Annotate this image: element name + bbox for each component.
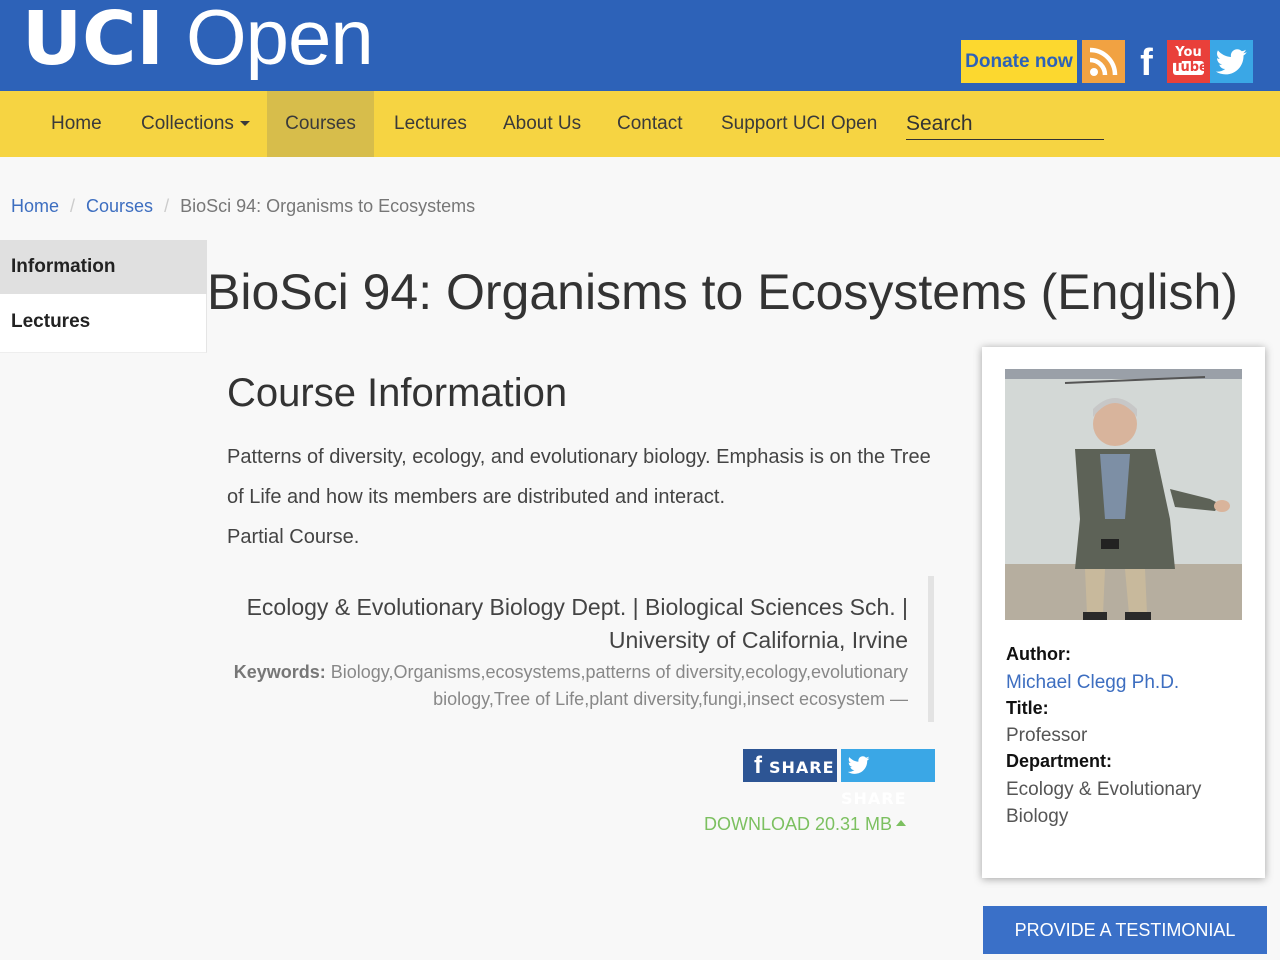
institution-line-2: University of California, Irvine	[608, 627, 908, 653]
facebook-icon: f	[754, 752, 763, 779]
facebook-icon[interactable]: f	[1125, 40, 1168, 84]
chevron-down-icon	[239, 121, 250, 127]
nav-support[interactable]: Support UCI Open	[721, 91, 877, 157]
sidenav-information[interactable]: Information	[0, 240, 207, 294]
download-link[interactable]: DOWNLOAD 20.31 MB	[704, 814, 907, 835]
course-meta-block: Ecology & Evolutionary Biology Dept. | B…	[220, 576, 934, 722]
logo-uci-text: UCI	[22, 0, 164, 82]
youtube-text-bottom: Tube	[1173, 60, 1208, 75]
facebook-share-button[interactable]: f SHARE	[743, 749, 837, 782]
logo-open-text: Open	[185, 0, 374, 81]
keywords-line-1: Biology,Organisms,ecosystems,patterns of…	[330, 662, 908, 682]
title-label: Title:	[1006, 698, 1049, 718]
institution-line-1: Ecology & Evolutionary Biology Dept. | B…	[246, 594, 908, 620]
site-header: UCI Open Donate now f You Tube	[0, 0, 1280, 91]
department-line-2: Biology	[1006, 806, 1069, 827]
breadcrumb-home[interactable]: Home	[11, 196, 59, 216]
caret-up-icon	[896, 820, 907, 827]
breadcrumb-separator: /	[70, 196, 76, 216]
donate-button[interactable]: Donate now	[961, 40, 1077, 83]
course-description: Patterns of diversity, ecology, and evol…	[227, 437, 947, 557]
title-value: Professor	[1006, 725, 1088, 746]
twitter-icon	[847, 756, 870, 774]
department-value: Ecology & Evolutionary Biology	[1006, 776, 1246, 830]
author-photo	[1005, 369, 1242, 620]
course-sidenav: Information Lectures	[0, 240, 207, 353]
breadcrumb-courses[interactable]: Courses	[86, 196, 153, 216]
youtube-icon[interactable]: You Tube	[1167, 40, 1210, 83]
breadcrumb-current: BioSci 94: Organisms to Ecosystems	[180, 196, 476, 216]
section-title: Course Information	[227, 371, 568, 415]
nav-lectures[interactable]: Lectures	[394, 91, 467, 157]
page-title: BioSci 94: Organisms to Ecosystems (Engl…	[207, 264, 1238, 320]
nav-courses[interactable]: Courses	[267, 91, 374, 157]
breadcrumb: Home / Courses / BioSci 94: Organisms to Eco…	[11, 196, 475, 217]
rss-icon[interactable]	[1082, 40, 1125, 83]
nav-collections-label: Collections	[141, 113, 234, 134]
department-line-1: Ecology & Evolutionary	[1006, 779, 1202, 800]
description-text: Patterns of diversity, ecology, and evol…	[227, 446, 931, 508]
author-label: Author:	[1006, 644, 1071, 664]
nav-collections[interactable]: Collections	[121, 91, 270, 157]
search-input[interactable]	[906, 109, 1104, 140]
twitter-share-button[interactable]: SHARE	[841, 749, 935, 808]
breadcrumb-separator: /	[164, 196, 170, 216]
facebook-share-label: SHARE	[769, 758, 835, 777]
author-name-link[interactable]: Michael Clegg Ph.D.	[1006, 669, 1246, 696]
twitter-icon[interactable]	[1210, 40, 1253, 83]
department-label: Department:	[1006, 751, 1113, 771]
keywords-label: Keywords:	[233, 662, 326, 682]
author-card: Author: Michael Clegg Ph.D. Title: Profe…	[982, 347, 1265, 878]
twitter-share-label: SHARE	[841, 789, 907, 808]
nav-contact[interactable]: Contact	[617, 91, 682, 157]
nav-about-us[interactable]: About Us	[503, 91, 581, 157]
keywords-line-2: biology,Tree of Life,plant diversity,fun…	[433, 689, 908, 709]
download-label: DOWNLOAD 20.31 MB	[704, 814, 893, 834]
author-name: Michael Clegg Ph.D.	[1006, 672, 1180, 693]
keywords: Keywords: Biology,Organisms,ecosystems,p…	[220, 659, 908, 713]
uci-open-logo[interactable]: UCI Open	[22, 0, 374, 84]
youtube-text-top: You	[1175, 45, 1202, 60]
sidenav-lectures[interactable]: Lectures	[0, 294, 207, 353]
course-note: Partial Course.	[227, 526, 360, 548]
provide-testimonial-button[interactable]: PROVIDE A TESTIMONIAL	[983, 906, 1267, 954]
